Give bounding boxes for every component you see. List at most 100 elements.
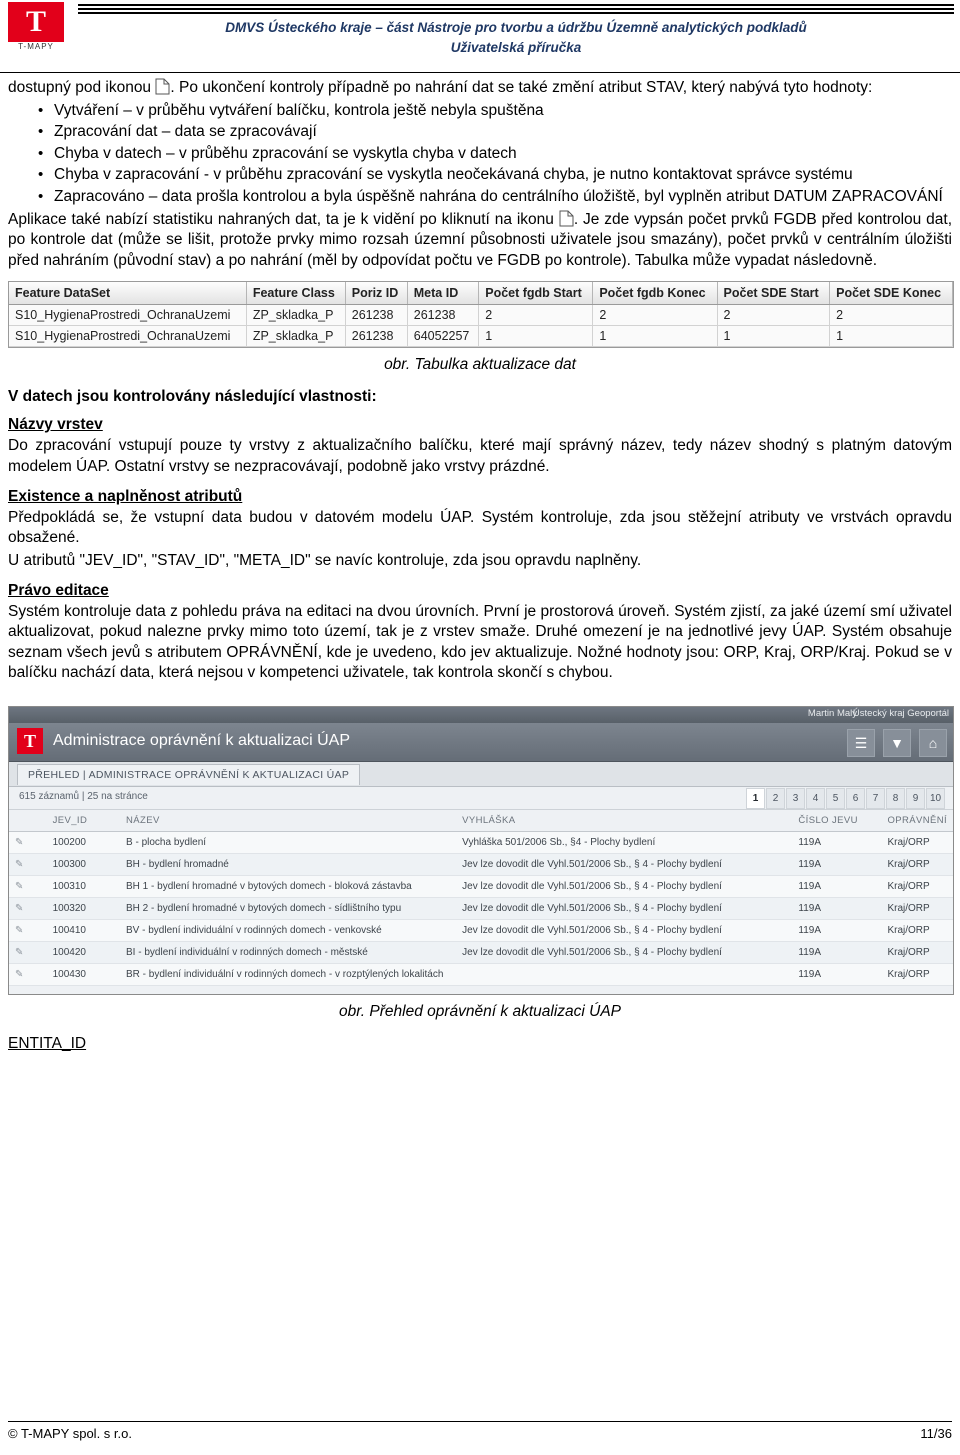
cell-cislo-jevu: 119A — [792, 875, 882, 898]
permissions-grid: JEV_ID NÁZEV VYHLÁŠKA ČÍSLO JEVU OPRÁVNĚ… — [9, 809, 953, 986]
cell-jev-id: 100430 — [46, 963, 121, 986]
cell-nazev: BH - bydlení hromadné — [120, 853, 457, 876]
cell-sde-konec: 1 — [829, 325, 953, 348]
cell-jev-id: 100320 — [46, 897, 121, 920]
cell-poriz-id: 261238 — [345, 325, 408, 348]
subsection-edit-rights-title: Právo editace — [8, 581, 109, 599]
stav-values-list: Vytváření – v průběhu vytváření balíčku,… — [8, 101, 952, 208]
cell-nazev: BR - bydlení individuální v rodinných do… — [120, 963, 457, 986]
table-row[interactable]: ✎ 100310 BH 1 - bydlení hromadné v bytov… — [9, 875, 953, 898]
cell-meta-id: 64052257 — [407, 325, 480, 348]
table-row[interactable]: ✎ 100430 BR - bydlení individuální v rod… — [9, 963, 953, 986]
cell-nazev: B - plocha bydlení — [120, 831, 457, 854]
cell-fgdb-konec: 2 — [592, 304, 718, 327]
header-stripes — [78, 4, 954, 14]
cell-fgdb-start: 1 — [478, 325, 594, 348]
cell-nazev: BV - bydlení individuální v rodinných do… — [120, 919, 457, 942]
edit-icon[interactable]: ✎ — [9, 875, 47, 898]
page-button-10[interactable]: 10 — [926, 787, 945, 809]
cell-cislo-jevu: 119A — [792, 897, 882, 920]
page-button-6[interactable]: 6 — [846, 787, 865, 809]
app-infobar: 615 záznamů | 25 na stránce 1 2 3 4 5 6 … — [9, 786, 953, 810]
page-button-7[interactable]: 7 — [866, 787, 885, 809]
col-edit — [9, 809, 47, 832]
figure-admin-app-screenshot: Martin Malý Ústecký kraj Geoportál T Adm… — [8, 705, 954, 995]
intro-paragraph: dostupný pod ikonou . Po ukončení kontro… — [8, 78, 952, 99]
filter-icon[interactable]: ▼ — [883, 728, 911, 757]
table-row[interactable]: ✎ 100320 BH 2 - bydlení hromadné v bytov… — [9, 897, 953, 920]
app-logo: T — [17, 727, 43, 754]
subsection-edit-rights-text: Systém kontroluje data z pohledu práva n… — [8, 602, 952, 682]
edit-icon[interactable]: ✎ — [9, 853, 47, 876]
col-fgdb-konec: Počet fgdb Konec — [592, 282, 718, 306]
page-button-3[interactable]: 3 — [786, 787, 805, 809]
cell-feature-dataset: S10_HygienaProstredi_OchranaUzemi — [9, 304, 247, 327]
cell-cislo-jevu: 119A — [792, 831, 882, 854]
figure-update-table: Feature DataSet Feature Class Poriz ID M… — [8, 281, 954, 349]
footer-copyright: © T-MAPY spol. s r.o. — [8, 1426, 132, 1441]
cell-vyhlaska: Jev lze dovodit dle Vyhl.501/2006 Sb., §… — [456, 875, 793, 898]
col-vyhlaska[interactable]: VYHLÁŠKA — [456, 809, 793, 832]
page-button-9[interactable]: 9 — [906, 787, 925, 809]
statistics-paragraph: Aplikace také nabízí statistiku nahranýc… — [8, 210, 952, 272]
col-sde-start: Počet SDE Start — [717, 282, 831, 306]
cell-vyhlaska: Vyhláška 501/2006 Sb., §4 - Plochy bydle… — [456, 831, 793, 854]
table-row[interactable]: ✎ 100410 BV - bydlení individuální v rod… — [9, 919, 953, 942]
col-sde-konec: Počet SDE Konec — [829, 282, 953, 306]
subsection-layer-names-title: Názvy vrstev — [8, 416, 103, 434]
page-header: T T-MAPY DMVS Ústeckého kraje – část Nás… — [0, 0, 960, 73]
page-button-2[interactable]: 2 — [766, 787, 785, 809]
pagination[interactable]: 1 2 3 4 5 6 7 8 9 10 — [746, 787, 945, 809]
cell-jev-id: 100300 — [46, 853, 121, 876]
cell-poriz-id: 261238 — [345, 304, 408, 327]
list-item: Vytváření – v průběhu vytváření balíčku,… — [38, 101, 952, 122]
col-nazev[interactable]: NÁZEV — [120, 809, 457, 832]
cell-feature-class: ZP_skladka_P — [246, 325, 346, 348]
edit-icon[interactable]: ✎ — [9, 897, 47, 920]
edit-icon[interactable]: ✎ — [9, 831, 47, 854]
table-header-row: Feature DataSet Feature Class Poriz ID M… — [9, 282, 953, 306]
app-toolbar: ☰ ▼ ⌂ — [847, 728, 947, 757]
figure-2-caption: obr. Přehled oprávnění k aktualizaci ÚAP — [338, 1002, 622, 1020]
col-opravneni[interactable]: OPRÁVNĚNÍ — [881, 809, 953, 832]
home-icon[interactable]: ⌂ — [919, 728, 947, 757]
cell-jev-id: 100420 — [46, 941, 121, 964]
page-button-5[interactable]: 5 — [826, 787, 845, 809]
table-row[interactable]: ✎ 100420 BI - bydlení individuální v rod… — [9, 941, 953, 964]
page-button-4[interactable]: 4 — [806, 787, 825, 809]
update-data-table: Feature DataSet Feature Class Poriz ID M… — [9, 282, 953, 348]
page-button-8[interactable]: 8 — [886, 787, 905, 809]
subsection-attributes-title: Existence a naplněnost atributů — [8, 487, 243, 505]
app-bottom-space — [9, 985, 953, 994]
document-page: T T-MAPY DMVS Ústeckého kraje – část Nás… — [0, 0, 960, 1455]
cell-meta-id: 261238 — [407, 304, 480, 327]
table-row: S10_HygienaProstredi_OchranaUzemi ZP_skl… — [9, 325, 953, 348]
subsection-attributes-text-1: Předpokládá se, že vstupní data budou v … — [8, 508, 952, 547]
cell-nazev: BH 1 - bydlení hromadné v bytových domec… — [120, 875, 457, 898]
cell-sde-konec: 2 — [829, 304, 953, 327]
list-item: Zapracováno – data prošla kontrolou a by… — [38, 187, 952, 208]
list-icon[interactable]: ☰ — [847, 728, 875, 757]
table-row[interactable]: ✎ 100200 B - plocha bydlení Vyhláška 501… — [9, 831, 953, 854]
edit-icon[interactable]: ✎ — [9, 941, 47, 964]
intro-text-before: dostupný pod ikonou — [8, 79, 152, 96]
cell-fgdb-start: 2 — [478, 304, 594, 327]
tab-prehled-administrace[interactable]: PŘEHLED | ADMINISTRACE OPRÁVNĚNÍ K AKTUA… — [17, 763, 361, 785]
table-row[interactable]: ✎ 100300 BH - bydlení hromadné Jev lze d… — [9, 853, 953, 876]
cell-cislo-jevu: 119A — [792, 853, 882, 876]
col-cislo-jevu[interactable]: ČÍSLO JEVU — [792, 809, 882, 832]
edit-icon[interactable]: ✎ — [9, 963, 47, 986]
cell-opravneni: Kraj/ORP — [881, 853, 953, 876]
cell-sde-start: 2 — [717, 304, 831, 327]
figure-1-caption: obr. Tabulka aktualizace dat — [384, 356, 576, 374]
cell-cislo-jevu: 119A — [792, 919, 882, 942]
list-item: Chyba v zapracování - v průběhu zpracová… — [38, 165, 952, 186]
edit-icon[interactable]: ✎ — [9, 919, 47, 942]
cell-vyhlaska: Jev lze dovodit dle Vyhl.501/2006 Sb., §… — [456, 919, 793, 942]
col-jev-id[interactable]: JEV_ID — [46, 809, 121, 832]
cell-opravneni: Kraj/ORP — [881, 941, 953, 964]
col-feature-dataset: Feature DataSet — [9, 282, 247, 306]
page-button-1[interactable]: 1 — [746, 787, 765, 809]
cell-cislo-jevu: 119A — [792, 963, 882, 986]
cell-vyhlaska: Jev lze dovodit dle Vyhl.501/2006 Sb., §… — [456, 853, 793, 876]
